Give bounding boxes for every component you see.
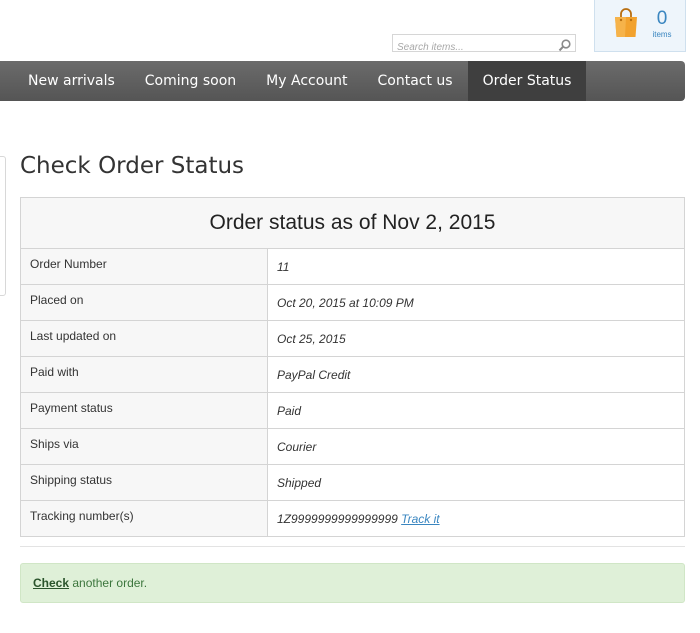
track-it-link[interactable]: Track it xyxy=(401,512,439,526)
row-value: Courier xyxy=(267,428,685,465)
cart-items-label: items xyxy=(652,30,672,39)
nav-my-account[interactable]: My Account xyxy=(251,61,362,101)
row-value: 11 xyxy=(267,248,685,285)
row-label: Ships via xyxy=(20,428,268,465)
table-row: Ships via Courier xyxy=(20,428,685,465)
search-input[interactable] xyxy=(393,39,557,56)
row-value: Paid xyxy=(267,392,685,429)
tracking-number: 1Z9999999999999999 xyxy=(277,511,398,526)
nav-order-status[interactable]: Order Status xyxy=(467,61,587,101)
search-icon[interactable] xyxy=(558,37,572,52)
table-row: Tracking number(s) 1Z9999999999999999 Tr… xyxy=(20,500,685,537)
row-label: Payment status xyxy=(20,392,268,429)
row-value: Shipped xyxy=(267,464,685,501)
row-label: Last updated on xyxy=(20,320,268,357)
row-value: Oct 25, 2015 xyxy=(267,320,685,357)
table-row: Shipping status Shipped xyxy=(20,464,685,501)
row-value: 1Z9999999999999999 Track it xyxy=(267,500,685,537)
cart-widget[interactable]: 0 items xyxy=(594,0,686,52)
check-order-link[interactable]: Check xyxy=(33,576,69,590)
nav-new-arrivals[interactable]: New arrivals xyxy=(0,61,130,101)
row-label: Shipping status xyxy=(20,464,268,501)
search-box[interactable] xyxy=(392,34,576,56)
side-panel-edge xyxy=(0,156,6,296)
check-another-order-alert: Check another order. xyxy=(20,563,685,603)
row-label: Placed on xyxy=(20,284,268,321)
page-title: Check Order Status xyxy=(20,153,245,179)
divider xyxy=(20,546,685,547)
main-nav: New arrivals Coming soon My Account Cont… xyxy=(0,61,685,101)
table-heading: Order status as of Nov 2, 2015 xyxy=(20,197,685,249)
table-row: Order Number 11 xyxy=(20,248,685,285)
table-row: Placed on Oct 20, 2015 at 10:09 PM xyxy=(20,284,685,321)
alert-text: another order. xyxy=(69,576,148,590)
row-value: PayPal Credit xyxy=(267,356,685,393)
order-status-table: Order status as of Nov 2, 2015 Order Num… xyxy=(20,197,685,537)
shopping-bag-icon xyxy=(613,8,639,42)
row-label: Order Number xyxy=(20,248,268,285)
table-row: Payment status Paid xyxy=(20,392,685,429)
cart-count: 0 xyxy=(656,8,668,29)
row-label: Tracking number(s) xyxy=(20,500,268,537)
row-value: Oct 20, 2015 at 10:09 PM xyxy=(267,284,685,321)
table-row: Last updated on Oct 25, 2015 xyxy=(20,320,685,357)
nav-contact-us[interactable]: Contact us xyxy=(363,61,468,101)
table-row: Paid with PayPal Credit xyxy=(20,356,685,393)
row-label: Paid with xyxy=(20,356,268,393)
nav-coming-soon[interactable]: Coming soon xyxy=(130,61,251,101)
